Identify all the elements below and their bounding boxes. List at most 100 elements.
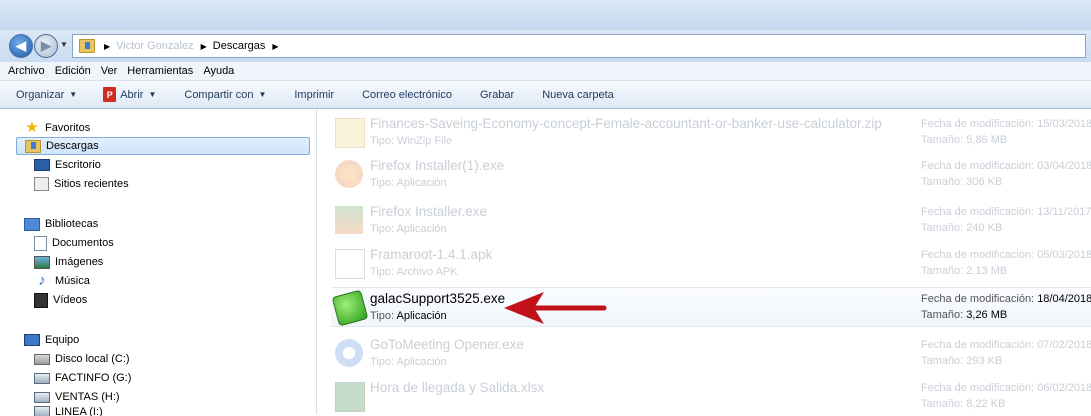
nav-ventas[interactable]: VENTAS (H:) xyxy=(34,388,120,406)
nav-label: Disco local (C:) xyxy=(55,353,130,365)
nav-music[interactable]: ♪ Música xyxy=(34,272,90,290)
file-row[interactable]: Framaroot-1.4.1.apk Tipo: Archivo APK Fe… xyxy=(331,244,1091,282)
file-row[interactable]: Firefox Installer(1).exe Tipo: Aplicació… xyxy=(331,155,1091,193)
nav-label: LINEA (I:) xyxy=(55,406,103,416)
menu-ver[interactable]: Ver xyxy=(101,65,118,77)
firefox-installer-icon xyxy=(335,206,363,234)
arrow-left-icon: ◀ xyxy=(16,38,26,53)
print-button[interactable]: Imprimir xyxy=(294,89,334,101)
file-size: Tamaño: 293 KB xyxy=(921,355,1002,367)
file-row[interactable]: Hora de llegada y Salida.xlsx Fecha de m… xyxy=(331,377,1091,415)
chevron-right-icon[interactable]: ▶ xyxy=(104,42,110,51)
nav-favorites[interactable]: ★ Favoritos xyxy=(24,119,90,137)
date-label: Fecha de modificación: xyxy=(921,118,1035,130)
red-arrow-annotation xyxy=(504,292,607,324)
burn-button[interactable]: Grabar xyxy=(480,89,514,101)
size-value: 8,22 KB xyxy=(966,398,1006,410)
nav-label: Documentos xyxy=(52,237,114,249)
file-name: Framaroot-1.4.1.apk xyxy=(370,247,493,262)
nav-local-disk[interactable]: Disco local (C:) xyxy=(34,350,130,368)
nav-downloads[interactable]: Descargas xyxy=(16,137,310,155)
menu-ayuda[interactable]: Ayuda xyxy=(203,65,234,77)
size-label: Tamaño: xyxy=(921,176,964,188)
computer-icon xyxy=(24,334,40,346)
chevron-right-icon[interactable]: ▶ xyxy=(201,42,207,51)
type-value: Aplicación xyxy=(396,310,447,322)
nav-videos[interactable]: Vídeos xyxy=(34,291,87,309)
pdf-icon: P xyxy=(103,87,117,102)
menu-archivo[interactable]: Archivo xyxy=(8,65,45,77)
nav-documents[interactable]: Documentos xyxy=(34,234,114,252)
nav-label: Imágenes xyxy=(55,256,104,268)
organize-button[interactable]: Organizar ▼ xyxy=(16,89,77,101)
date-label: Fecha de modificación: xyxy=(921,249,1035,261)
file-row[interactable]: Firefox Installer.exe Tipo: Aplicación F… xyxy=(331,201,1091,239)
file-type: Tipo: Aplicación xyxy=(370,356,447,368)
size-value: 5,86 MB xyxy=(966,134,1008,146)
history-dropdown-icon[interactable]: ▼ xyxy=(60,40,68,49)
size-value: 2,13 MB xyxy=(966,265,1008,277)
share-button[interactable]: Compartir con ▼ xyxy=(184,89,266,101)
breadcrumb-user[interactable]: Victor Gonzalez xyxy=(116,40,193,52)
nav-linea[interactable]: LINEA (I:) xyxy=(34,406,103,416)
file-date: Fecha de modificación: 03/04/2018 xyxy=(921,160,1091,172)
file-row[interactable]: Finances-Saveing-Economy-concept-Female-… xyxy=(331,113,1091,151)
arrow-right-icon: ▶ xyxy=(41,38,51,53)
file-name: Finances-Saveing-Economy-concept-Female-… xyxy=(370,116,882,131)
menu-edicion[interactable]: Edición xyxy=(55,65,91,77)
video-icon xyxy=(34,292,48,308)
date-value: 07/02/2018 xyxy=(1037,339,1091,351)
size-value: 306 KB xyxy=(966,176,1003,188)
file-name: Firefox Installer(1).exe xyxy=(370,158,505,173)
network-drive-icon xyxy=(34,372,50,384)
date-value: 05/03/2018 xyxy=(1037,249,1091,261)
date-value: 13/11/2017 xyxy=(1037,206,1091,218)
file-row-highlighted[interactable]: galacSupport3525.exe Tipo: Aplicación Fe… xyxy=(331,287,1091,327)
file-size: Tamaño: 3,26 MB xyxy=(921,309,1007,321)
libraries-icon xyxy=(24,217,40,231)
nav-factinfo[interactable]: FACTINFO (G:) xyxy=(34,369,131,387)
nav-label: Escritorio xyxy=(55,159,101,171)
file-size: Tamaño: 240 KB xyxy=(921,222,1002,234)
type-label: Tipo: xyxy=(370,177,395,189)
nav-label: Favoritos xyxy=(45,122,91,134)
file-date: Fecha de modificación: 15/03/2018 xyxy=(921,118,1091,130)
file-row[interactable]: GoToMeeting Opener.exe Tipo: Aplicación … xyxy=(331,334,1091,372)
type-value: Archivo APK xyxy=(396,266,458,278)
address-box[interactable]: ▶ Victor Gonzalez ▶ Descargas ▶ xyxy=(72,34,1086,58)
forward-button[interactable]: ▶ xyxy=(34,34,58,58)
email-button[interactable]: Correo electrónico xyxy=(362,89,452,101)
image-icon xyxy=(34,255,50,269)
file-size: Tamaño: 306 KB xyxy=(921,176,1002,188)
chevron-right-icon[interactable]: ▶ xyxy=(272,42,278,51)
new-folder-button[interactable]: Nueva carpeta xyxy=(542,89,614,101)
chevron-down-icon: ▼ xyxy=(148,90,157,99)
type-label: Tipo: xyxy=(370,135,395,147)
file-name: galacSupport3525.exe xyxy=(370,291,506,306)
gotomeeting-icon xyxy=(335,339,363,367)
file-type: Tipo: Aplicación xyxy=(370,223,447,235)
file-name: Firefox Installer.exe xyxy=(370,204,488,219)
nav-libraries[interactable]: Bibliotecas xyxy=(24,215,98,233)
nav-computer[interactable]: Equipo xyxy=(24,331,79,349)
date-label: Fecha de modificación: xyxy=(921,160,1035,172)
open-button[interactable]: P Abrir ▼ xyxy=(103,87,156,102)
menu-herramientas[interactable]: Herramientas xyxy=(127,65,193,77)
nav-recent[interactable]: Sitios recientes xyxy=(34,175,129,193)
nav-desktop[interactable]: Escritorio xyxy=(34,156,101,174)
type-value: Aplicación xyxy=(396,223,447,235)
date-label: Fecha de modificación: xyxy=(921,206,1035,218)
file-name: GoToMeeting Opener.exe xyxy=(370,337,524,352)
nav-images[interactable]: Imágenes xyxy=(34,253,103,271)
navigation-pane: ★ Favoritos Descargas Escritorio Sitios r… xyxy=(0,109,317,416)
type-label: Tipo: xyxy=(370,356,395,368)
breadcrumb-downloads[interactable]: Descargas xyxy=(213,40,266,52)
size-label: Tamaño: xyxy=(921,398,964,410)
date-label: Fecha de modificación: xyxy=(921,382,1035,394)
date-label: Fecha de modificación: xyxy=(921,293,1035,305)
date-label: Fecha de modificación: xyxy=(921,339,1035,351)
nav-label: VENTAS (H:) xyxy=(55,391,120,403)
back-button[interactable]: ◀ xyxy=(9,34,33,58)
file-type: Tipo: Archivo APK xyxy=(370,266,458,278)
file-list: Finances-Saveing-Economy-concept-Female-… xyxy=(317,109,1091,414)
